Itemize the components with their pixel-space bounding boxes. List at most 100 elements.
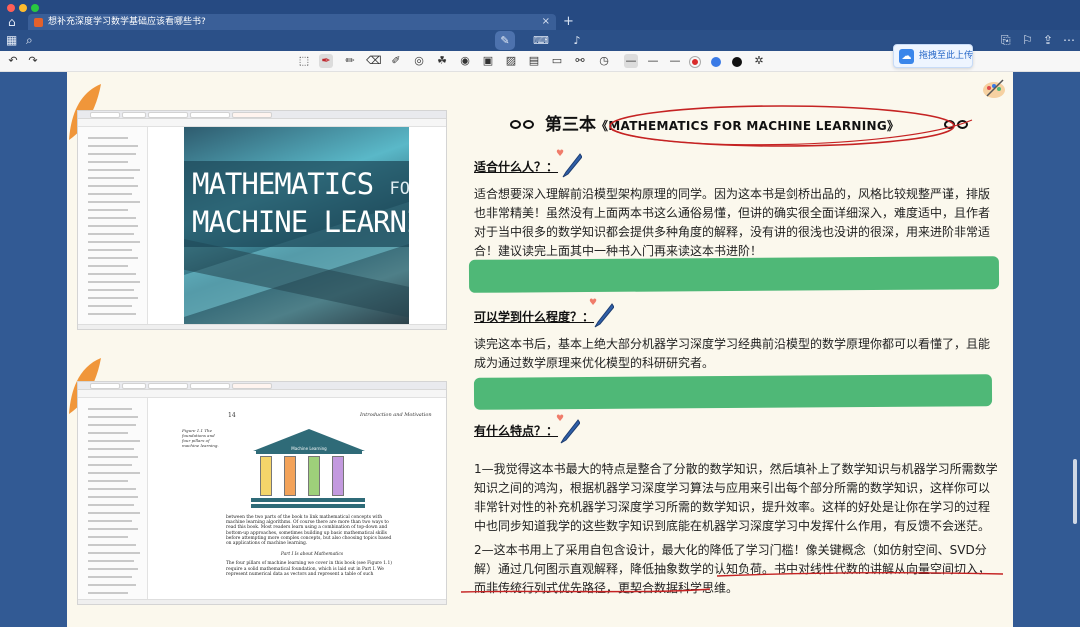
paint-palette-sticker-icon: [983, 79, 1005, 98]
book-cover-image: MATHEMATICS FOR MACHINE LEARNING: [184, 127, 409, 325]
part-heading: Part I Is about Mathematics: [280, 552, 344, 558]
right-margin: [1013, 72, 1080, 627]
pdf-tab: [190, 112, 230, 118]
medium-line-icon[interactable]: —: [646, 54, 660, 68]
fountain-pen-icon: [560, 419, 580, 444]
tab-title: 想补充深度学习数学基础应该看哪些书?: [48, 17, 206, 27]
link-icon[interactable]: ⚯: [573, 54, 587, 68]
pdf-tab: [90, 112, 120, 118]
shape-icon[interactable]: ◎: [412, 54, 426, 68]
green-highlight-stroke: [473, 374, 993, 410]
bookmark-icon[interactable]: ⚐: [1022, 33, 1033, 47]
running-head: Introduction and Motivation: [360, 412, 432, 418]
pencil-icon[interactable]: ✏: [343, 54, 357, 68]
image-icon[interactable]: ▨: [504, 54, 518, 68]
figure-caption: Figure 1.1 The foundations and four pill…: [182, 428, 219, 448]
red-ink-underline: [460, 571, 1004, 593]
book-page-screenshot: 14 Introduction and Motivation Figure 1.…: [77, 381, 447, 605]
share-icon[interactable]: ⇪: [1043, 33, 1053, 47]
pdf-toolbar: [78, 390, 446, 398]
lasso-select-icon[interactable]: ⬚: [297, 54, 311, 68]
cover-title-line1: MATHEMATICS: [192, 167, 374, 201]
close-window-button[interactable]: [7, 4, 15, 12]
sticky-note-icon[interactable]: ▣: [481, 54, 495, 68]
cover-title-for: FOR: [389, 179, 409, 199]
pdf-tab-bar: [78, 382, 446, 390]
glasses-doodle-icon: [509, 118, 539, 132]
pdf-tab: [122, 112, 146, 118]
pillar-density-estimation: [308, 456, 320, 496]
home-icon[interactable]: ⌂: [8, 15, 22, 29]
zoom-window-button[interactable]: [31, 4, 39, 12]
pen-tool-icon[interactable]: ✒: [319, 54, 333, 68]
page-number: 14: [228, 412, 236, 419]
highlighter-icon[interactable]: ✐: [389, 54, 403, 68]
section3-title: 有什么特点？：: [474, 424, 559, 438]
pdf-toolbar: [78, 119, 446, 127]
thick-line-icon[interactable]: —: [668, 54, 682, 68]
thin-line-icon[interactable]: —: [624, 54, 638, 68]
pdf-status-bar: [78, 599, 446, 604]
view-icon[interactable]: ◉: [458, 54, 472, 68]
pillar-classification: [332, 456, 344, 496]
new-tab-icon[interactable]: +: [563, 14, 574, 30]
eraser-icon[interactable]: ⌫: [366, 54, 382, 68]
pdf-tab: [232, 383, 272, 389]
search-icon[interactable]: ⌕: [26, 33, 33, 47]
temple-base: [251, 498, 365, 502]
pdf-status-bar: [78, 324, 446, 329]
ruler-icon[interactable]: ▭: [550, 54, 564, 68]
upload-label: 拖拽至此上传: [919, 51, 974, 61]
undo-icon[interactable]: ↶: [6, 54, 20, 68]
document-tab[interactable]: 想补充深度学习数学基础应该看哪些书? ×: [28, 14, 556, 31]
red-color-swatch[interactable]: [690, 57, 700, 67]
section1-text: 适合想要深入理解前沿模型架构原理的同学。因为这本书是剑桥出品的，风格比较规整严谨…: [474, 187, 991, 258]
fountain-pen-icon: [594, 303, 614, 328]
page-body-text: between the two parts of the book to lin…: [226, 515, 398, 577]
book-cover-screenshot: MATHEMATICS FOR MACHINE LEARNING: [77, 110, 447, 330]
more-icon[interactable]: ⋯: [1063, 33, 1075, 47]
page-paragraph: The four pillars of machine learning we …: [226, 561, 392, 577]
black-color-swatch[interactable]: [732, 57, 742, 67]
red-ink-circle: [609, 105, 973, 147]
pdf-page: 14 Introduction and Motivation Figure 1.…: [150, 398, 432, 599]
upload-dropzone[interactable]: ☁ 拖拽至此上传: [893, 44, 973, 68]
section2-title: 可以学到什么程度？：: [474, 310, 595, 324]
export-icon[interactable]: ⎘: [1001, 33, 1011, 47]
title-bar: ⌂ 想补充深度学习数学基础应该看哪些书? × +: [0, 0, 1080, 31]
pdf-tab: [122, 383, 146, 389]
pdf-outline: [78, 127, 148, 329]
pdf-tab: [190, 383, 230, 389]
section2-text: 读完这本书后，基本上绝大部分机器学习深度学习经典前沿模型的数学原理你都可以看懂了…: [474, 337, 991, 370]
fountain-pen-icon: [562, 153, 582, 178]
sticker-icon[interactable]: ☘: [435, 54, 449, 68]
pdf-outline: [78, 398, 148, 604]
keyboard-mode-icon[interactable]: ⌨: [531, 31, 551, 50]
handwriting-mode-icon[interactable]: ✎: [495, 31, 515, 50]
heading-prefix: 第三本: [545, 115, 596, 135]
pdf-tab: [148, 112, 188, 118]
pillar-regression: [260, 456, 272, 496]
pdf-tab: [148, 383, 188, 389]
left-margin: [0, 72, 67, 627]
blue-color-swatch[interactable]: [711, 57, 721, 67]
minimize-window-button[interactable]: [19, 4, 27, 12]
pdf-tab-bar: [78, 111, 446, 119]
temple-base: [251, 504, 365, 508]
tab-close-icon[interactable]: ×: [542, 15, 550, 29]
page-paragraph: between the two parts of the book to lin…: [226, 515, 392, 547]
redo-icon[interactable]: ↷: [26, 54, 40, 68]
color-picker-icon[interactable]: ✲: [752, 54, 766, 68]
pdf-tab: [90, 383, 120, 389]
timer-icon[interactable]: ◷: [597, 54, 611, 68]
cover-title-line2: MACHINE LEARNING: [192, 205, 409, 239]
grid-icon[interactable]: ▦: [6, 33, 17, 47]
camera-icon[interactable]: ▤: [527, 54, 541, 68]
green-highlight-stroke: [468, 256, 1000, 293]
app-icon: [34, 18, 43, 27]
temple-architrave: [256, 451, 362, 454]
cloud-upload-icon: ☁: [899, 49, 914, 64]
vertical-scrollbar[interactable]: [1073, 459, 1077, 524]
section1-title: 适合什么人？：: [474, 160, 559, 174]
voice-mode-icon[interactable]: ♪: [567, 31, 587, 50]
